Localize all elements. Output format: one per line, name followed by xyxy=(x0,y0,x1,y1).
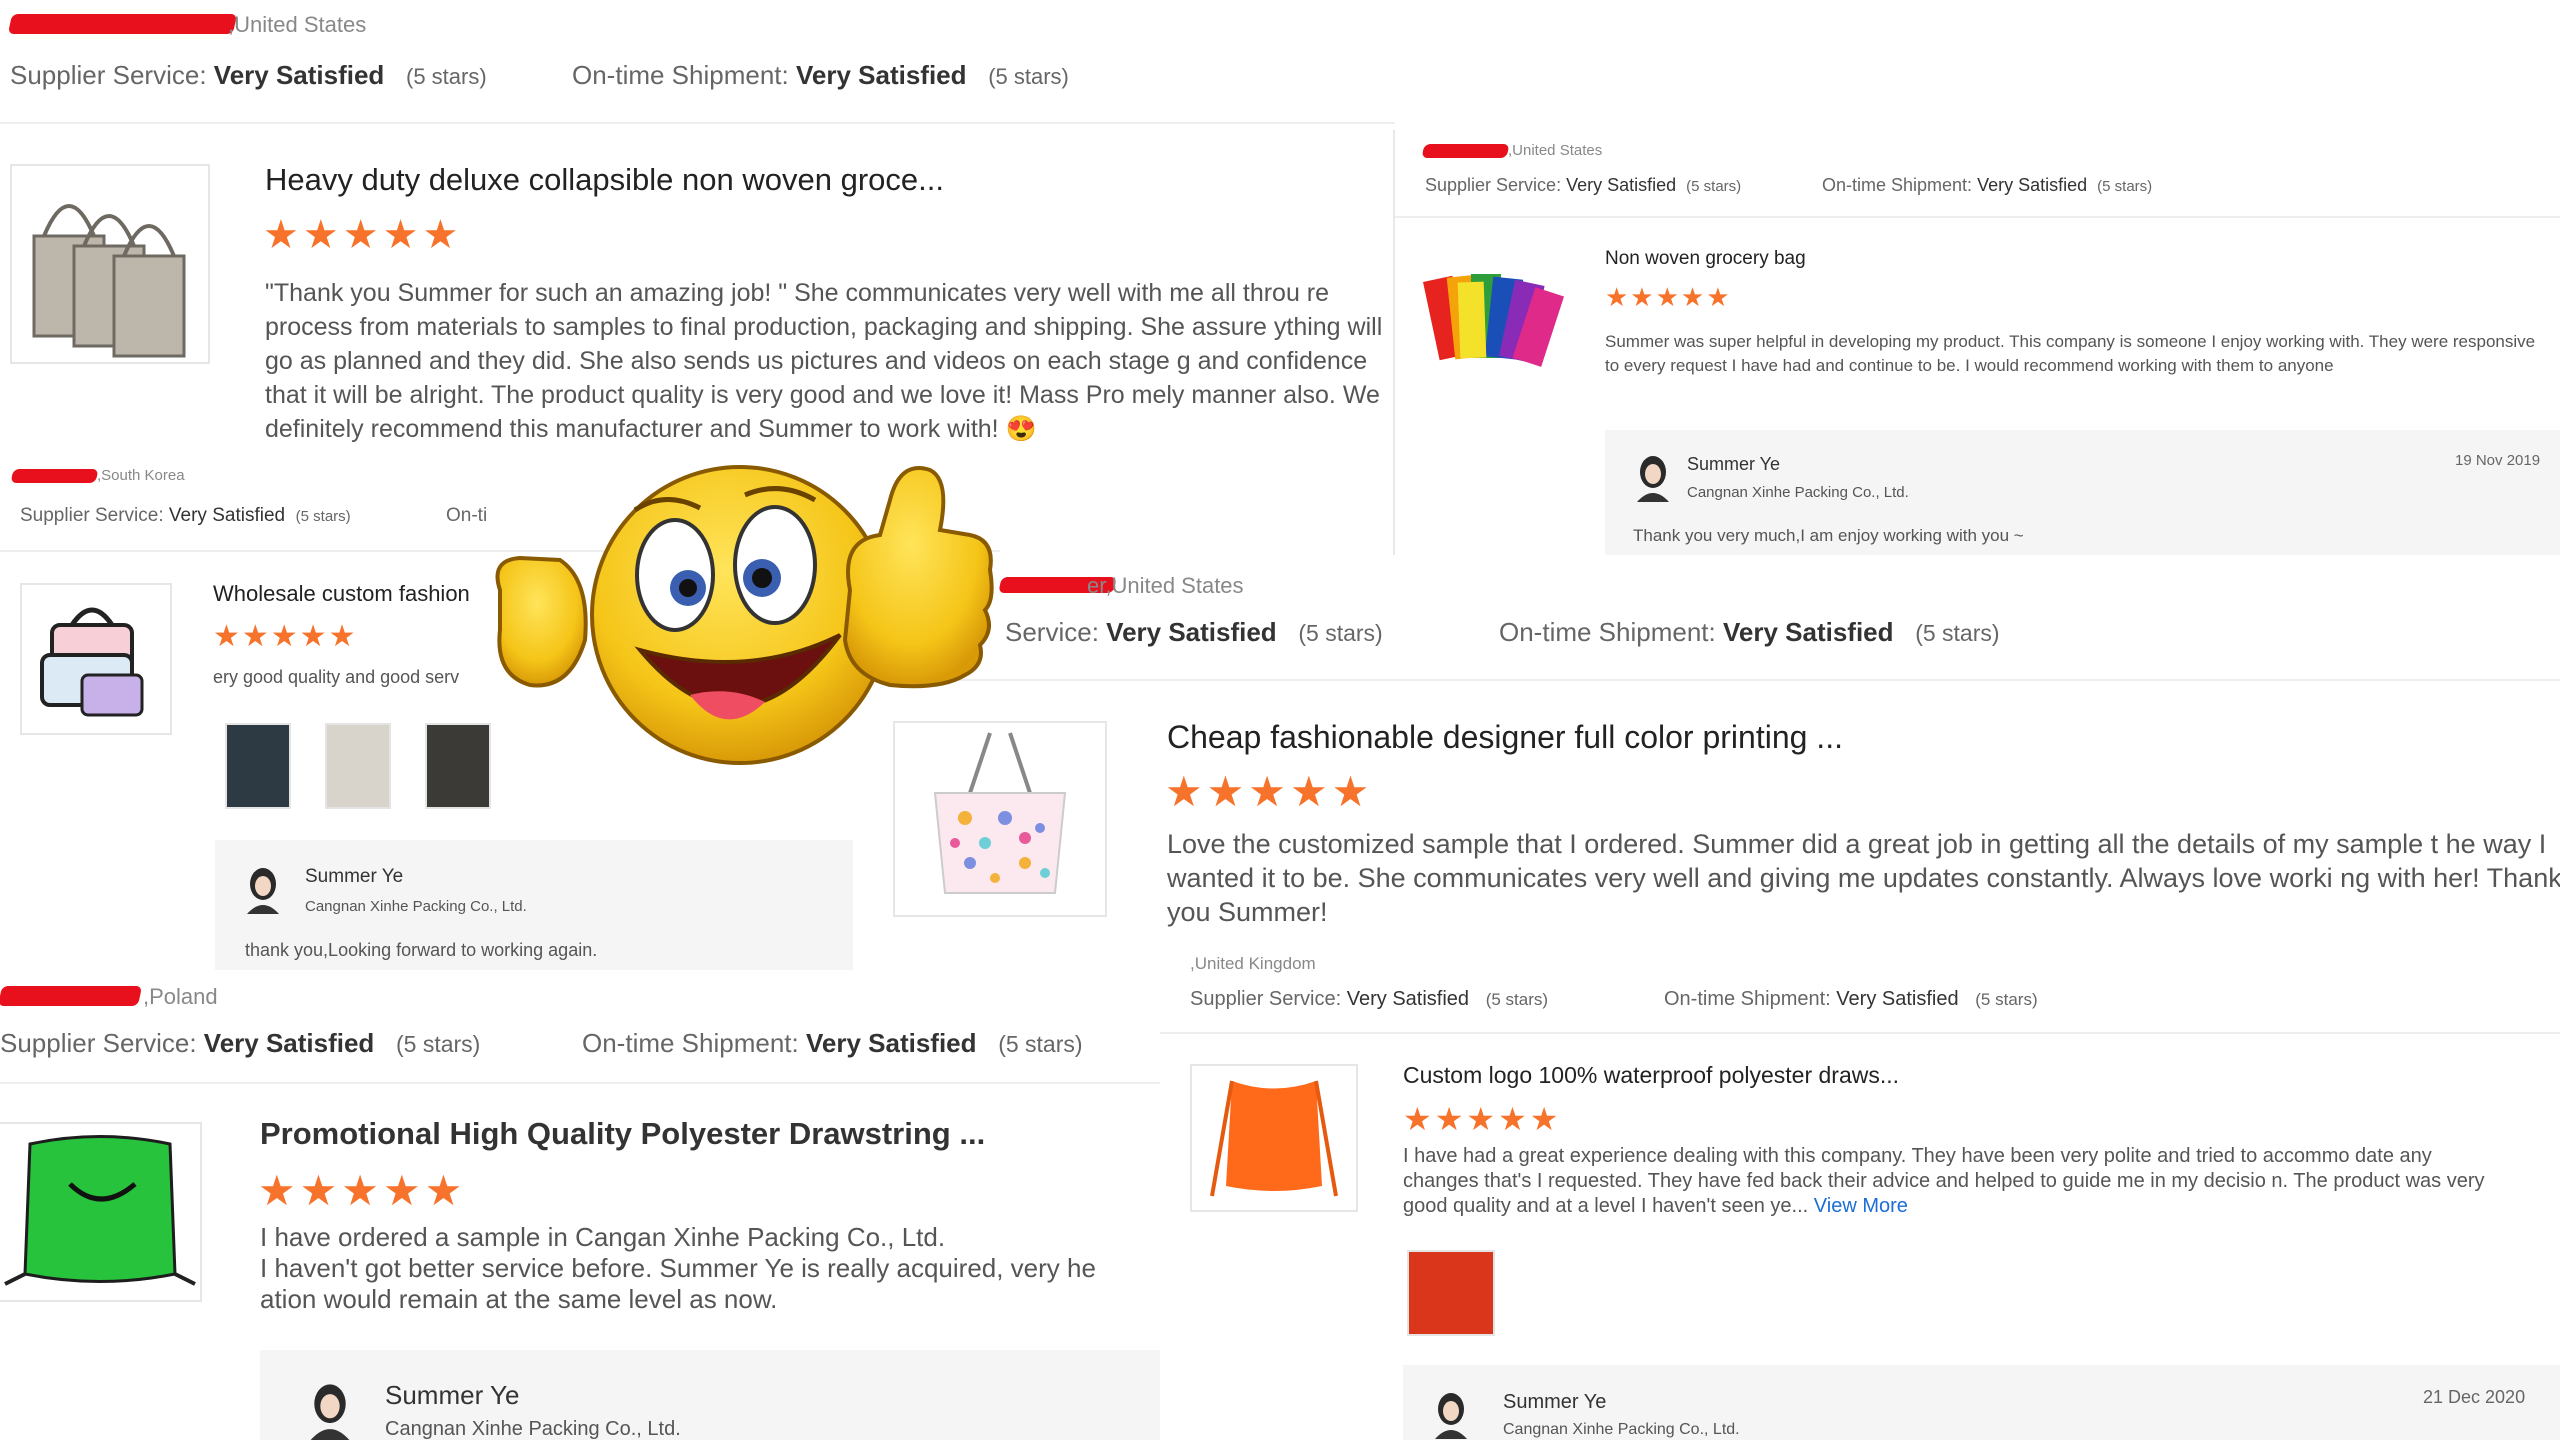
review-photo[interactable] xyxy=(325,723,391,809)
product-title[interactable]: Custom logo 100% waterproof polyester dr… xyxy=(1403,1062,1899,1089)
review-photo[interactable] xyxy=(425,723,491,809)
supplier-reply: Summer Ye Cangnan Xinhe Packing Co., Ltd… xyxy=(1605,430,2560,555)
product-title[interactable]: Wholesale custom fashion xyxy=(213,581,470,607)
reviewer-country: ,United States xyxy=(1508,142,1603,159)
reply-text: Thank you very much,I am enjoy working w… xyxy=(1633,526,2024,545)
reply-author: Summer Ye xyxy=(305,866,404,887)
shipment-rating: On-time Shipment: Very Satisfied (5 star… xyxy=(1664,988,2038,1010)
product-thumbnail[interactable] xyxy=(1190,1064,1358,1212)
cosmetic-bags-icon xyxy=(40,607,144,717)
product-title[interactable]: Heavy duty deluxe collapsible non woven … xyxy=(265,162,965,198)
reply-date: 19 Nov 2019 xyxy=(2455,452,2541,469)
drawstring-bag-icon xyxy=(4,1135,196,1286)
supplier-reply: Summer Ye Cangnan Xinhe Packing Co., Ltd… xyxy=(215,840,853,970)
reply-company: Cangnan Xinhe Packing Co., Ltd. xyxy=(305,898,527,915)
product-title[interactable]: Promotional High Quality Polyester Draws… xyxy=(260,1116,985,1152)
reviewer-country: ,United Kingdom xyxy=(1190,954,1316,973)
avatar xyxy=(245,866,281,914)
avatar xyxy=(1433,1391,1469,1439)
view-more-link[interactable]: View More xyxy=(1814,1195,1908,1217)
product-thumbnail[interactable] xyxy=(0,1122,202,1302)
shipment-rating: On-time Shipment: Very Satisfied (5 star… xyxy=(572,60,1069,90)
grocery-bags-icon xyxy=(1423,274,1565,367)
divider xyxy=(955,679,2560,681)
service-rating: Supplier Service: Very Satisfied (5 star… xyxy=(1190,988,1549,1010)
reply-text: thank you,Looking forward to working aga… xyxy=(245,940,598,960)
shipment-rating: On-time Shipment: Very Satisfied (5 star… xyxy=(1499,617,2000,647)
reply-author: Summer Ye xyxy=(1687,454,1781,474)
reviewer-country: ,Poland xyxy=(143,984,218,1009)
review-panel-6: ,United Kingdom Supplier Service: Very S… xyxy=(1160,940,2560,1440)
service-rating: Supplier Service: Very Satisfied (5 star… xyxy=(10,60,487,90)
thumbs-up-emoji-icon xyxy=(490,440,1000,770)
service-rating: Supplier Service: Very Satisfied (5 star… xyxy=(1425,175,1742,195)
product-thumbnail[interactable] xyxy=(10,164,210,364)
service-rating: Supplier Service: Very Satisfied (5 star… xyxy=(0,1028,481,1058)
service-rating: Supplier Service: Very Satisfied (5 star… xyxy=(20,505,351,526)
star-rating: ★★★★★ xyxy=(1605,282,1732,312)
supplier-reply: Summer Ye Cangnan Xinhe Packing Co., Ltd… xyxy=(1403,1365,2560,1440)
avatar xyxy=(308,1382,352,1440)
review-text: ery good quality and good serv xyxy=(213,667,460,687)
star-rating: ★★★★★ xyxy=(263,213,463,257)
review-text: Summer was super helpful in developing m… xyxy=(1605,332,2536,375)
reviewer-country: ,South Korea xyxy=(97,467,185,484)
divider xyxy=(0,1082,1160,1084)
reviewer-country: ,United States xyxy=(228,12,367,37)
service-rating: Service: Very Satisfied (5 stars) xyxy=(1005,617,1383,647)
product-thumbnail[interactable] xyxy=(20,583,172,735)
orange-drawstring-bag-icon xyxy=(1210,1080,1338,1197)
reply-author: Summer Ye xyxy=(385,1380,520,1410)
review-photo[interactable] xyxy=(1407,1250,1495,1336)
reply-author: Summer Ye xyxy=(1503,1391,1607,1413)
shipment-rating: On-ti xyxy=(446,505,488,526)
divider xyxy=(0,122,1395,124)
review-text: Love the customized sample that I ordere… xyxy=(1167,829,2560,927)
divider xyxy=(1160,1032,2560,1034)
reply-company: Cangnan Xinhe Packing Co., Ltd. xyxy=(385,1418,681,1440)
review-text-line-3: ation would remain at the same level as … xyxy=(260,1284,778,1314)
reply-company: Cangnan Xinhe Packing Co., Ltd. xyxy=(1503,1421,1740,1438)
review-panel-2: ,United States Supplier Service: Very Sa… xyxy=(1393,130,2560,555)
supplier-reply: Summer Ye Cangnan Xinhe Packing Co., Ltd… xyxy=(260,1350,1160,1440)
review-text-line-1: I have ordered a sample in Cangan Xinhe … xyxy=(260,1222,946,1252)
reply-date: 21 Dec 2020 xyxy=(2423,1387,2526,1407)
product-thumbnail[interactable] xyxy=(1423,248,1573,398)
reply-company: Cangnan Xinhe Packing Co., Ltd. xyxy=(1687,484,1909,501)
reviewer-country: er,United States xyxy=(1087,573,1244,598)
star-rating: ★★★★★ xyxy=(1403,1101,1562,1137)
review-text: I have had a great experience dealing wi… xyxy=(1403,1145,2485,1217)
shipment-rating: On-time Shipment: Very Satisfied (5 star… xyxy=(1822,175,2153,195)
redacted-name xyxy=(1421,144,1510,158)
divider xyxy=(1395,216,2560,218)
star-rating: ★★★★★ xyxy=(1165,768,1374,815)
review-panel-4: er,United States Service: Very Satisfied… xyxy=(855,555,2560,975)
redacted-name xyxy=(7,14,238,34)
redacted-name xyxy=(0,986,143,1006)
star-rating: ★★★★★ xyxy=(258,1167,467,1214)
review-text-line-2: I haven't got better service before. Sum… xyxy=(260,1253,1096,1283)
product-title[interactable]: Cheap fashionable designer full color pr… xyxy=(1167,719,1843,756)
review-photo[interactable] xyxy=(225,723,291,809)
review-text: "Thank you Summer for such an amazing jo… xyxy=(265,279,1383,443)
product-title[interactable]: Non woven grocery bag xyxy=(1605,248,1806,270)
redacted-name xyxy=(10,469,99,483)
shipment-rating: On-time Shipment: Very Satisfied (5 star… xyxy=(582,1028,1083,1058)
tote-bags-icon xyxy=(32,204,186,358)
review-panel-5: ,Poland Supplier Service: Very Satisfied… xyxy=(0,970,1160,1440)
review-panel-1: ,United States Supplier Service: Very Sa… xyxy=(0,0,1395,470)
star-rating: ★★★★★ xyxy=(213,620,358,653)
avatar xyxy=(1635,454,1671,502)
